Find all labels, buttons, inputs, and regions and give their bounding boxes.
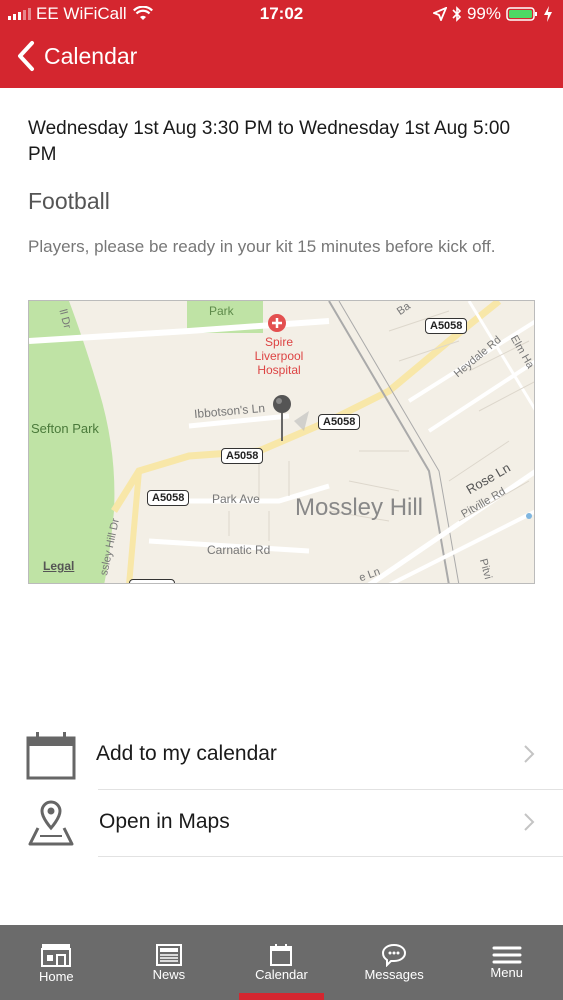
status-right: 99% bbox=[432, 4, 553, 24]
divider bbox=[98, 856, 563, 857]
add-to-calendar-label: Add to my calendar bbox=[96, 742, 277, 765]
chat-bubble-icon bbox=[382, 943, 407, 967]
location-arrow-icon bbox=[432, 7, 447, 21]
event-map[interactable]: Park Spire Liverpool Hospital Sefton Par… bbox=[28, 300, 535, 584]
add-to-calendar-button[interactable]: Add to my calendar bbox=[0, 722, 563, 788]
map-legal-link[interactable]: Legal bbox=[43, 559, 74, 573]
tab-news[interactable]: News bbox=[113, 925, 226, 1000]
nav-bar: Calendar bbox=[0, 28, 563, 88]
hamburger-menu-icon bbox=[492, 946, 522, 964]
chevron-left-icon bbox=[18, 41, 34, 71]
home-icon bbox=[41, 944, 72, 967]
active-tab-indicator bbox=[239, 993, 324, 1000]
road-shield: A5058 bbox=[318, 414, 361, 430]
tab-calendar[interactable]: Calendar bbox=[225, 925, 338, 1000]
charging-icon bbox=[544, 6, 552, 22]
road-shield: A5058 bbox=[425, 318, 468, 334]
back-label: Calendar bbox=[44, 42, 138, 69]
tab-calendar-label: Calendar bbox=[255, 967, 308, 982]
tab-messages-label: Messages bbox=[364, 967, 424, 982]
open-in-maps-button[interactable]: Open in Maps bbox=[0, 790, 563, 856]
open-in-maps-label: Open in Maps bbox=[99, 810, 230, 833]
chevron-right-icon bbox=[524, 813, 535, 831]
calendar-icon bbox=[270, 944, 293, 966]
status-bar: EE WiFiCall 17:02 99% bbox=[0, 0, 563, 28]
tab-home-label: Home bbox=[38, 969, 74, 984]
map-label-carnatic-rd: Carnatic Rd bbox=[207, 543, 271, 557]
tab-home[interactable]: Home bbox=[0, 925, 113, 1000]
news-icon bbox=[155, 944, 182, 966]
map-label-mossley-hill: Mossley Hill bbox=[295, 494, 424, 521]
tab-bar: Home News Calendar Messages Menu bbox=[0, 925, 563, 1000]
road-shield: A5058 bbox=[147, 490, 190, 506]
tab-news-label: News bbox=[152, 967, 186, 982]
map-label-sefton-park: Sefton Park bbox=[31, 421, 99, 436]
road-shield: A5058 bbox=[221, 448, 264, 464]
map-label-park: Park bbox=[209, 304, 234, 318]
battery-percent: 99% bbox=[466, 4, 501, 23]
tab-menu[interactable]: Menu bbox=[450, 925, 563, 1000]
event-description: Players, please be ready in your kit 15 … bbox=[28, 237, 496, 256]
road-shield-partial bbox=[129, 579, 175, 583]
tab-menu-label: Menu bbox=[490, 965, 523, 980]
map-pin-icon bbox=[28, 800, 74, 846]
chevron-right-icon bbox=[524, 745, 535, 763]
event-title: Football bbox=[28, 188, 110, 214]
event-datetime: Wednesday 1st Aug 3:30 PM to Wednesday 1… bbox=[28, 118, 511, 165]
battery-icon bbox=[506, 7, 537, 21]
tab-messages[interactable]: Messages bbox=[338, 925, 451, 1000]
back-button[interactable]: Calendar bbox=[14, 40, 137, 72]
map-label-hospital: Spire Liverpool Hospital bbox=[254, 335, 304, 377]
calendar-icon bbox=[26, 732, 76, 780]
bluetooth-icon bbox=[452, 6, 462, 22]
map-label-park-ave: Park Ave bbox=[212, 492, 260, 506]
